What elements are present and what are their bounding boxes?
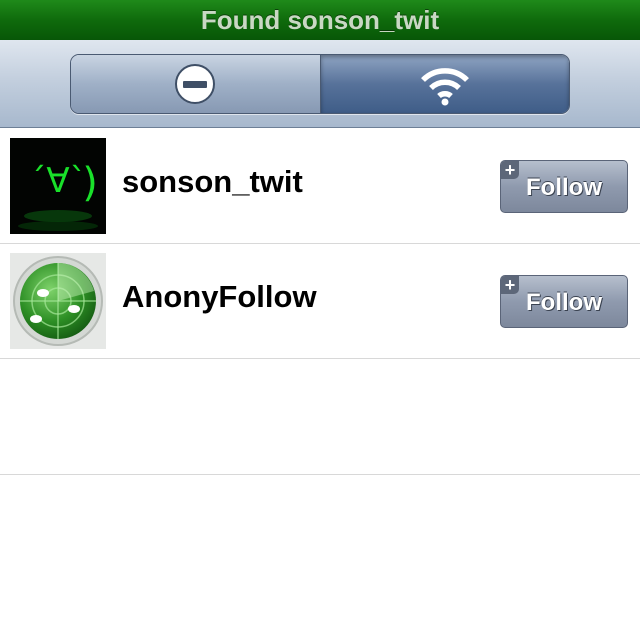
list-item[interactable]: ´∀` ) sonson_twit + Follow — [0, 129, 640, 244]
wifi-icon — [420, 68, 469, 106]
kaomoji-avatar-icon: ´∀` ) — [10, 138, 106, 234]
toolbar — [0, 40, 640, 128]
window-title: Found sonson_twit — [200, 4, 440, 35]
app-screen: Found sonson_twit ´∀`) sonson_twit + Fo… — [0, 0, 640, 640]
svg-text:´∀`: ´∀` — [29, 161, 86, 201]
svg-text:): ) — [82, 160, 98, 206]
follow-button-label: Follow — [526, 288, 602, 316]
follow-button[interactable]: + Follow — [500, 160, 628, 213]
follow-button[interactable]: + Follow — [500, 275, 628, 328]
empty-row — [0, 359, 640, 475]
follow-button-label: Follow — [526, 173, 602, 201]
minus-circle-icon — [175, 64, 216, 104]
plus-icon: + — [501, 276, 519, 294]
mode-segmented-control — [70, 54, 570, 114]
list-item[interactable]: AnonyFollow + Follow — [0, 244, 640, 359]
radar-avatar-icon — [10, 253, 106, 349]
segment-broadcast[interactable] — [320, 55, 569, 113]
title-bar: Found sonson_twit — [0, 0, 640, 40]
username: sonson_twit — [122, 164, 303, 199]
segment-stop[interactable] — [71, 55, 321, 113]
plus-icon: + — [501, 161, 519, 179]
user-list: ´∀` ) sonson_twit + Follow AnonyFollow +… — [0, 129, 640, 475]
username: AnonyFollow — [122, 279, 317, 314]
